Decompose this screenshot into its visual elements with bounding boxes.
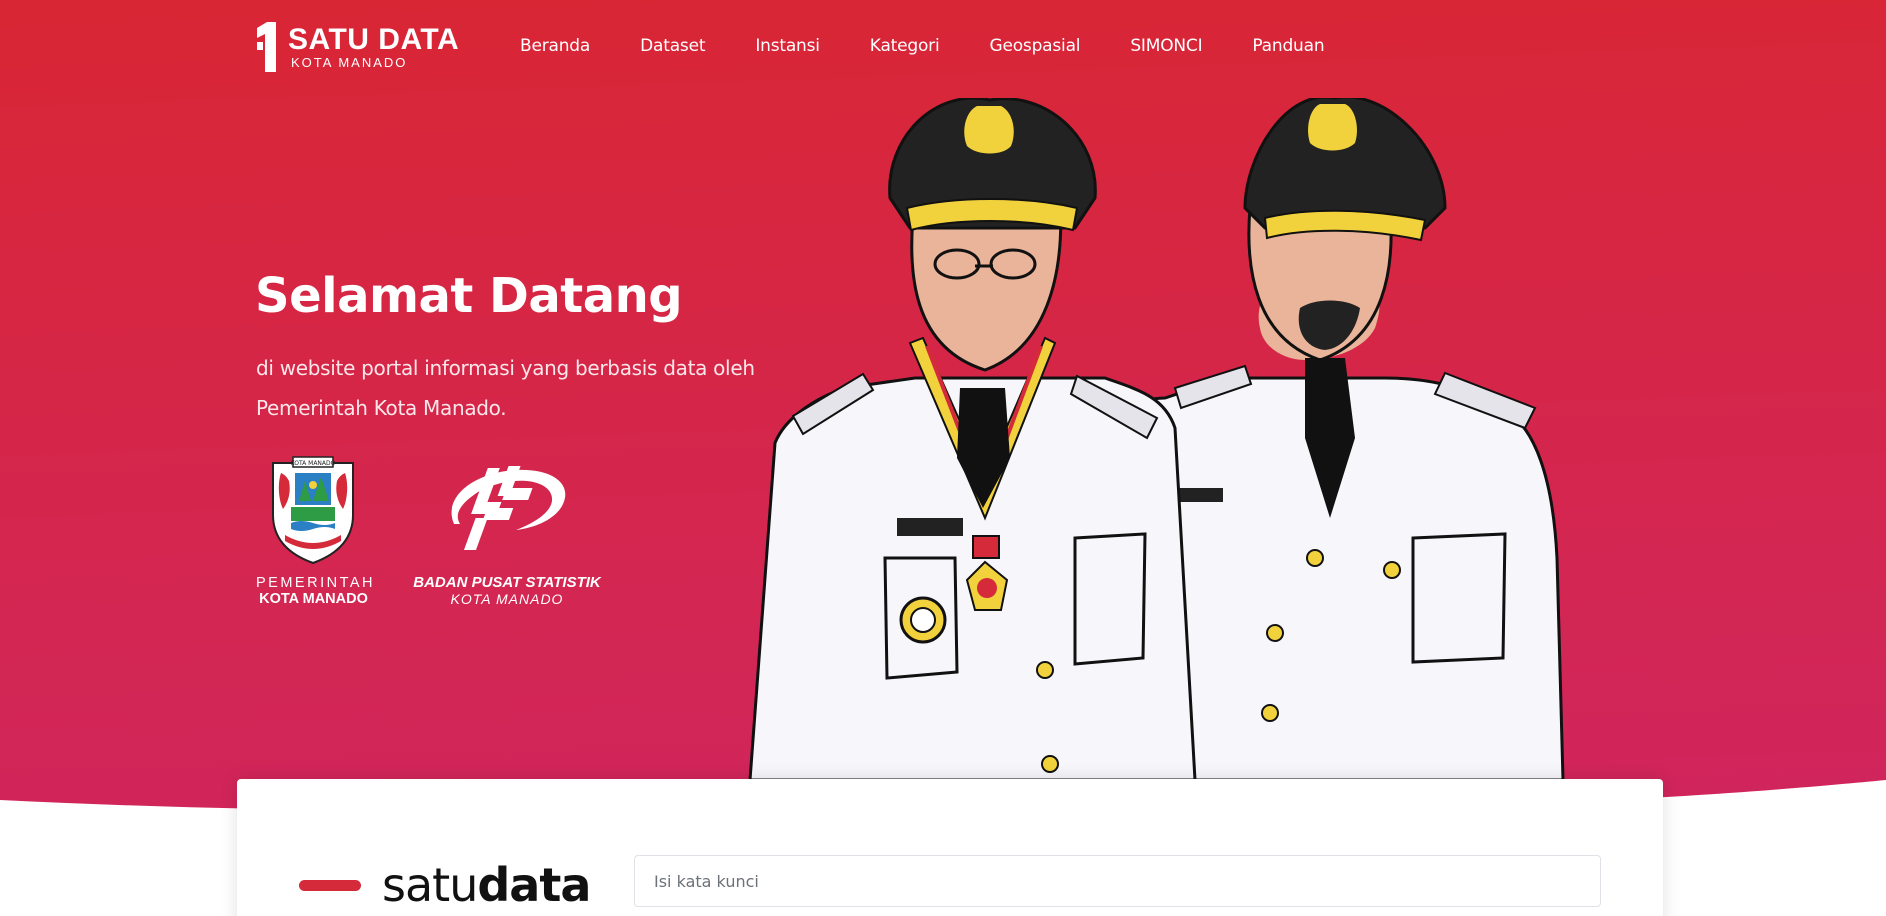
nav-item-panduan[interactable]: Panduan [1252, 34, 1324, 58]
welcome-description: di website portal informasi yang berbasi… [256, 356, 755, 420]
brand-title: SATU DATA [288, 23, 460, 56]
pemkot-logo-line1: PEMERINTAH [256, 575, 375, 591]
nav-item-simonci[interactable]: SIMONCI [1130, 34, 1202, 58]
wordmark-bold: data [477, 858, 591, 912]
official-left-figure [748, 98, 1197, 780]
pemkot-logo-line2: KOTA MANADO [259, 591, 368, 607]
wordmark-light: satu [382, 858, 478, 912]
one-numeral-icon [257, 22, 276, 72]
bps-logo[interactable]: BADAN PUSAT STATISTIK KOTA MANADO [412, 462, 602, 608]
nav-item-geospasial[interactable]: Geospasial [990, 34, 1081, 58]
bps-logo-icon [451, 466, 566, 550]
nav-item-dataset[interactable]: Dataset [640, 34, 705, 58]
bps-logo-line1: BADAN PUSAT STATISTIK [413, 574, 601, 591]
search-input[interactable] [634, 855, 1601, 907]
officials-illustration [748, 98, 1565, 780]
satudata-accent-bar [299, 880, 361, 891]
svg-text:KOTA MANADO: KOTA MANADO [291, 460, 336, 467]
nav-item-instansi[interactable]: Instansi [755, 34, 820, 58]
pemkot-logo[interactable]: KOTA MANADO PEMERINTAH KOTA MANADO [256, 455, 375, 607]
nav-item-kategori[interactable]: Kategori [870, 34, 940, 58]
satu-data-logo[interactable]: SATU DATA KOTA MANADO [255, 22, 460, 72]
welcome-title: Selamat Datang [255, 268, 683, 324]
nav-menu: Beranda Dataset Instansi Kategori Geospa… [520, 34, 1374, 58]
top-navbar: SATU DATA KOTA MANADO Beranda Dataset In… [0, 0, 1886, 92]
search-card: satudata [237, 779, 1663, 916]
brand-subtitle: KOTA MANADO [291, 55, 408, 70]
nav-item-beranda[interactable]: Beranda [520, 34, 590, 58]
bps-logo-line2: KOTA MANADO [450, 591, 564, 607]
satudata-wordmark: satudata [382, 857, 591, 913]
city-crest-icon: KOTA MANADO [272, 456, 354, 565]
